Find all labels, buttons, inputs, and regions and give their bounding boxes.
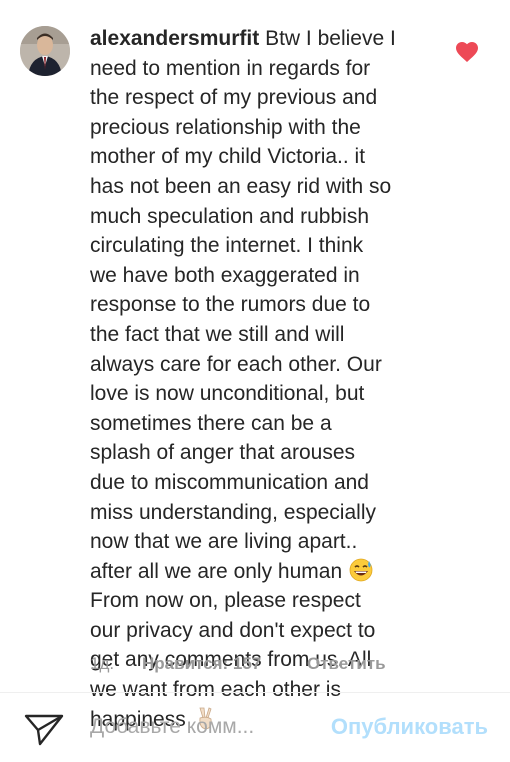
- comment-line: Btw I believe I: [265, 27, 396, 50]
- comment-line: our privacy and don't expect to: [90, 618, 376, 642]
- comment-line: splash of anger that arouses: [90, 441, 356, 465]
- direct-send-icon[interactable]: [24, 714, 64, 746]
- like-heart-icon[interactable]: [455, 41, 479, 63]
- comment-line: much speculation and rubbish: [90, 204, 370, 228]
- comment-username[interactable]: alexandersmurfit: [90, 27, 259, 50]
- comment-line: From now on, please respect: [90, 589, 361, 613]
- comment-line: the fact that we still and will: [90, 322, 345, 346]
- publish-button[interactable]: Опубликовать: [331, 714, 488, 740]
- comment-line: need to mention in regards for: [90, 56, 371, 80]
- comment-line: love is now unconditional, but: [90, 382, 365, 406]
- comment-line: circulating the internet. I think: [90, 234, 364, 258]
- comment-line: precious relationship with the: [90, 115, 361, 139]
- comment-line: response to the rumors due to: [90, 293, 371, 317]
- comment-line: after all we are only human: [90, 559, 343, 583]
- reply-button[interactable]: Ответить: [307, 654, 386, 674]
- comment-timestamp: 1д.: [90, 654, 115, 673]
- comment-line: miss understanding, especially: [90, 500, 376, 524]
- avatar[interactable]: [20, 26, 70, 76]
- comment-line: we have both exaggerated in: [90, 263, 360, 287]
- comment-line: sometimes there can be a: [90, 411, 332, 435]
- comment-line: due to miscommunication and: [90, 470, 369, 494]
- comment-text: alexandersmurfit Btw I believe I need to…: [90, 24, 435, 734]
- comment-line: has not been an easy rid with so: [90, 174, 392, 198]
- comment-line: now that we are living apart..: [90, 530, 358, 554]
- comment: alexandersmurfit Btw I believe I need to…: [0, 0, 510, 731]
- comment-line: always care for each other. Our: [90, 352, 382, 376]
- sweat-smile-emoji-icon: [348, 558, 374, 582]
- comment-meta: 1д. Нравится: 157 Ответить: [90, 654, 386, 674]
- comment-line: the respect of my previous and: [90, 86, 378, 110]
- likes-count-link[interactable]: Нравится: 157: [142, 654, 307, 674]
- avatar-photo: [20, 26, 70, 76]
- comment-input[interactable]: [90, 712, 290, 742]
- comment-composer: Опубликовать: [0, 693, 510, 762]
- comment-line: mother of my child Victoria.. it: [90, 145, 366, 169]
